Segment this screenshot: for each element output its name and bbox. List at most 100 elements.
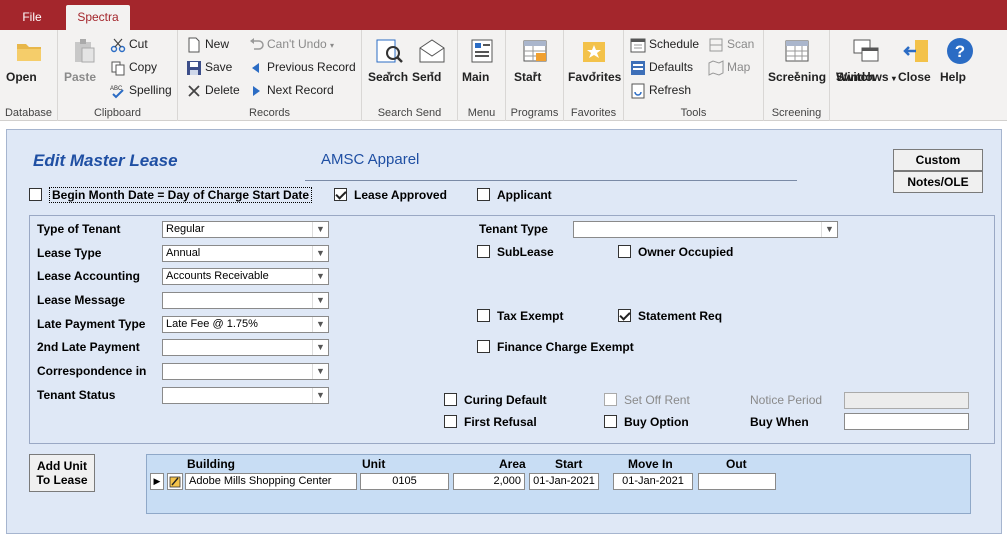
close-button[interactable]: Close (898, 34, 938, 84)
cell-move-in[interactable]: 01-Jan-2021 (613, 473, 693, 490)
notes-ole-button[interactable]: Notes/OLE (893, 171, 983, 193)
lease-type-select[interactable]: Annual ▼ (162, 245, 329, 262)
previous-record-button[interactable]: Previous Record (248, 57, 356, 77)
chevron-down-icon[interactable]: ▼ (312, 293, 328, 308)
group-label-database: Database (4, 107, 53, 119)
scan-button[interactable]: Scan (708, 34, 754, 54)
chevron-down-icon[interactable]: ▼ (312, 340, 328, 355)
owner-occupied-box[interactable] (618, 245, 631, 258)
next-record-button[interactable]: Next Record (248, 80, 334, 100)
send-button[interactable]: Send ▾ (412, 34, 452, 84)
tenant-type-select[interactable]: ▼ (573, 221, 838, 238)
lease-approved-checkbox[interactable]: Lease Approved (334, 187, 447, 203)
group-menu: Main Menu (458, 30, 506, 121)
save-button[interactable]: Save (186, 57, 232, 77)
cell-building[interactable]: Adobe Mills Shopping Center (185, 473, 357, 490)
tax-exempt-checkbox[interactable]: Tax Exempt (477, 308, 563, 324)
scissors-icon (110, 38, 126, 53)
tab-file[interactable]: File (10, 5, 54, 30)
lease-message-select[interactable]: ▼ (162, 292, 329, 309)
first-refusal-box[interactable] (444, 415, 457, 428)
buy-option-checkbox[interactable]: Buy Option (604, 414, 689, 430)
group-label-favorites: Favorites (570, 107, 617, 119)
help-icon: ? (947, 38, 973, 64)
buy-when-label: Buy When (750, 415, 809, 429)
applicant-box[interactable] (477, 188, 490, 201)
search-button[interactable]: Search ▾ (368, 34, 410, 84)
column-header-unit: Unit (362, 457, 386, 471)
sublease-box[interactable] (477, 245, 490, 258)
record-selector-icon[interactable]: ▶ (150, 473, 164, 490)
custom-button[interactable]: Custom (893, 149, 983, 171)
new-button[interactable]: New (186, 34, 229, 54)
favorites-button[interactable]: Favorites ▾ (568, 34, 621, 84)
map-icon (708, 60, 724, 76)
paste-button[interactable]: Paste (64, 34, 104, 84)
tab-spectra[interactable]: Spectra (66, 5, 130, 30)
tenant-status-select[interactable]: ▼ (162, 387, 329, 404)
curing-default-checkbox[interactable]: Curing Default (444, 392, 547, 408)
tenant-name: AMSC Apparel (321, 151, 420, 168)
undo-button[interactable]: Can't Undo ▾ (248, 34, 334, 54)
buy-when-field[interactable] (844, 413, 969, 430)
curing-default-box[interactable] (444, 393, 457, 406)
chevron-down-icon[interactable]: ▼ (312, 269, 328, 284)
sublease-checkbox[interactable]: SubLease (477, 244, 554, 260)
defaults-button[interactable]: Defaults (630, 57, 693, 77)
statement-req-box[interactable] (618, 309, 631, 322)
cell-start[interactable]: 01-Jan-2021 (529, 473, 599, 490)
finance-charge-exempt-box[interactable] (477, 340, 490, 353)
start-button[interactable]: Start ▾ (514, 34, 556, 84)
finance-charge-exempt-checkbox[interactable]: Finance Charge Exempt (477, 339, 634, 355)
late-payment-type-select[interactable]: Late Fee @ 1.75% ▼ (162, 316, 329, 333)
group-screening: Screening ▾ Screening (764, 30, 830, 121)
buy-option-box[interactable] (604, 415, 617, 428)
lease-accounting-select[interactable]: Accounts Receivable ▼ (162, 268, 329, 285)
group-label-clipboard: Clipboard (93, 107, 142, 119)
scan-icon (709, 38, 723, 52)
second-late-payment-select[interactable]: ▼ (162, 339, 329, 356)
cut-button[interactable]: Cut (110, 34, 148, 54)
add-unit-to-lease-button[interactable]: Add Unit To Lease (29, 454, 95, 492)
lease-type-label: Lease Type (37, 246, 102, 260)
statement-req-checkbox[interactable]: Statement Req (618, 308, 722, 324)
spelling-button[interactable]: ABC Spelling (110, 80, 172, 100)
cell-out[interactable] (698, 473, 776, 490)
chevron-down-icon[interactable]: ▼ (821, 222, 837, 237)
chevron-down-icon[interactable]: ▼ (312, 246, 328, 261)
chevron-down-icon[interactable]: ▼ (312, 222, 328, 237)
chevron-down-icon[interactable]: ▼ (312, 388, 328, 403)
main-menu-button[interactable]: Main (462, 34, 502, 84)
schedule-button[interactable]: Schedule (630, 34, 699, 54)
refresh-button[interactable]: Refresh (630, 80, 691, 100)
tax-exempt-box[interactable] (477, 309, 490, 322)
switch-windows-button[interactable]: Switch Windows ▾ (836, 34, 896, 84)
chevron-down-icon[interactable]: ▼ (312, 364, 328, 379)
group-favorites: Favorites ▾ Favorites (564, 30, 624, 121)
group-label-records: Records (249, 107, 290, 119)
begin-month-box[interactable] (29, 188, 42, 201)
screening-button[interactable]: Screening ▾ (768, 34, 826, 84)
star-icon (583, 42, 605, 62)
pencil-edit-icon (167, 473, 183, 490)
envelope-icon (419, 39, 445, 63)
begin-month-checkbox[interactable]: Begin Month Date = Day of Charge Start D… (29, 187, 313, 203)
cell-area[interactable]: 2,000 (453, 473, 525, 490)
type-of-tenant-select[interactable]: Regular ▼ (162, 221, 329, 238)
map-button[interactable]: Map (708, 57, 750, 77)
correspondence-in-select[interactable]: ▼ (162, 363, 329, 380)
group-label-menu: Menu (467, 107, 496, 119)
owner-occupied-checkbox[interactable]: Owner Occupied (618, 244, 733, 260)
help-button[interactable]: ? Help (940, 34, 980, 84)
lease-approved-box[interactable] (334, 188, 347, 201)
delete-button[interactable]: Delete (186, 80, 240, 100)
cell-unit[interactable]: 0105 (360, 473, 449, 490)
applicant-checkbox[interactable]: Applicant (477, 187, 552, 203)
group-programs: Start ▾ Programs (506, 30, 564, 121)
main-menu-icon (471, 39, 493, 63)
type-of-tenant-label: Type of Tenant (37, 222, 121, 236)
copy-button[interactable]: Copy (110, 57, 157, 77)
open-button[interactable]: Open (6, 34, 52, 84)
chevron-down-icon[interactable]: ▼ (312, 317, 328, 332)
first-refusal-checkbox[interactable]: First Refusal (444, 414, 537, 430)
